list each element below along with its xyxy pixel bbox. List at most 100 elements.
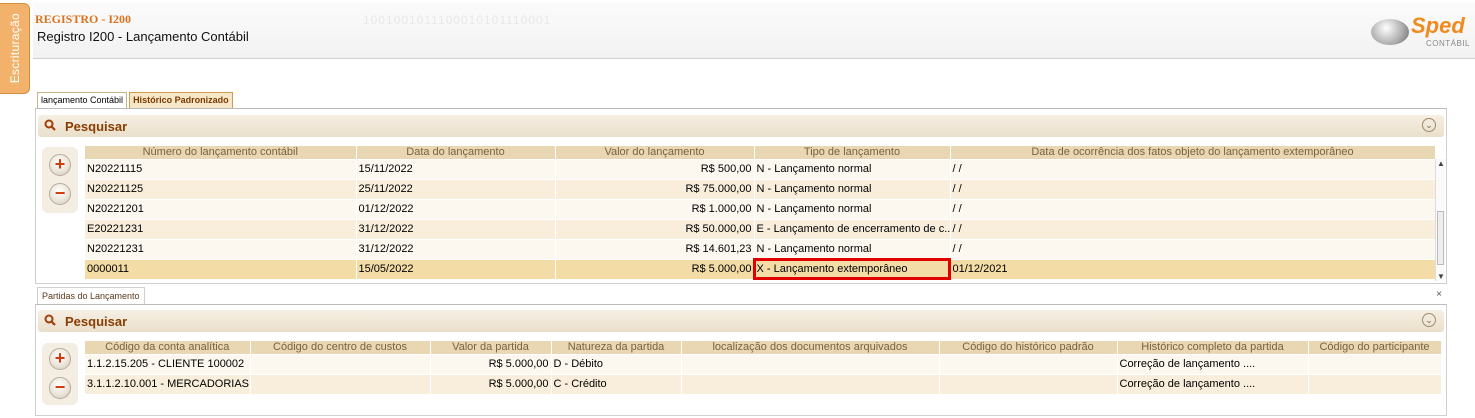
table-header-row: Número do lançamento contábil Data do la… [85,146,1436,159]
cell [1308,353,1442,374]
logo-disk-icon [1371,19,1409,45]
cell [250,373,431,394]
add-button[interactable]: + [49,154,71,176]
table-header-row: Código da conta analítica Código do cent… [85,341,1442,354]
cell: N20221201 [85,198,357,219]
lancamento-table: Número do lançamento contábil Data do la… [85,146,1436,280]
scroll-thumb[interactable] [1437,211,1444,265]
lancamento-panel: Pesquisar ⌄ + − Número do lançamento con… [35,108,1447,284]
col-header[interactable]: Código do centro de custos [250,341,431,354]
cell: E - Lançamento de encerramento de c... [754,218,951,239]
scroll-up-icon[interactable]: ▲ [1437,159,1445,168]
cell: 3.1.1.2.10.001 - MERCADORIAS ... [85,373,251,394]
cell: R$ 75.000,00 [555,178,755,199]
cell: 01/12/2022 [356,198,556,219]
cell: Correção de lançamento .... [1117,353,1309,374]
cell: R$ 1.000,00 [555,198,755,219]
cell: R$ 5.000,00 [430,353,552,374]
cell [939,373,1118,394]
col-header[interactable]: Tipo de lançamento [754,146,951,159]
add-button[interactable]: + [49,348,71,370]
logo-text: Sped [1411,13,1465,38]
col-header[interactable]: Número do lançamento contábil [85,146,357,159]
cell: R$ 500,00 [555,158,755,179]
cell: Correção de lançamento .... [1117,373,1309,394]
chevron-down-icon[interactable]: ⌄ [1422,118,1436,132]
col-header[interactable]: Valor da partida [430,341,552,354]
cell: 1.1.2.15.205 - CLIENTE 100002 [85,353,251,374]
cell: / / [950,158,1436,179]
sped-logo: Sped CONTÁBIL [1371,13,1470,49]
cell [681,353,940,374]
col-header[interactable]: Data do lançamento [356,146,556,159]
cell: N - Lançamento normal [754,178,951,199]
cell: 15/05/2022 [356,258,556,279]
cell: 31/12/2022 [356,218,556,239]
remove-button[interactable]: − [49,377,71,399]
side-tab-escrituracao[interactable]: Escrituração [0,3,30,94]
side-tab-label: Escrituração [7,13,22,84]
col-header[interactable]: Código do participante [1308,341,1442,354]
cell: R$ 5.000,00 [555,258,755,279]
tab-lancamento-contabil[interactable]: lançamento Contábil [37,92,128,108]
register-code: REGISTRO - I200 [35,12,132,26]
cell: / / [950,218,1436,239]
highlighted-cell: X - Lançamento extemporâneo [753,258,951,280]
header-decoration: 1001001011100010101110001 [363,13,552,27]
table-row[interactable]: N20221201 01/12/2022 R$ 1.000,00 N - Lançam… [85,198,1436,219]
cell: R$ 5.000,00 [430,373,552,394]
row-action-box: + − [42,343,78,405]
cell: 01/12/2021 [950,258,1436,279]
main-tabs: lançamento Contábil Histórico Padronizad… [37,92,233,108]
cell: R$ 14.601,23 [555,238,755,259]
search-icon [44,119,56,131]
table-row[interactable]: N20221125 25/11/2022 R$ 75.000,00 N - Lança… [85,178,1436,199]
cell: / / [950,178,1436,199]
table-row[interactable]: N20221115 15/11/2022 R$ 500,00 N - Lançamen… [85,158,1436,179]
table-row[interactable]: N20221231 31/12/2022 R$ 14.601,23 N - Lança… [85,238,1436,259]
cell: N20221125 [85,178,357,199]
cell: C - Crédito [551,373,682,394]
search-title: Pesquisar [65,314,128,329]
cell [250,353,431,374]
cell: 25/11/2022 [356,178,556,199]
cell [1308,373,1442,394]
cell: E20221231 [85,218,357,239]
table-row[interactable]: 1.1.2.15.205 - CLIENTE 100002 R$ 5.000,00… [85,353,1442,374]
cell: R$ 50.000,00 [555,218,755,239]
col-header[interactable]: Natureza da partida [551,341,682,354]
chevron-down-icon[interactable]: ⌄ [1422,313,1436,327]
col-header[interactable]: localização dos documentos arquivados [681,341,940,354]
col-header[interactable]: Histórico completo da partida [1117,341,1309,354]
col-header[interactable]: Código do histórico padrão [939,341,1118,354]
cell: N20221115 [85,158,357,179]
remove-button[interactable]: − [49,183,71,205]
cell: D - Débito [551,353,682,374]
cell: N - Lançamento normal [754,238,951,259]
search-icon [44,314,56,326]
search-bar-2[interactable]: Pesquisar ⌄ [38,310,1444,332]
vertical-scrollbar[interactable]: ▲ ▼ [1435,159,1445,281]
cell: N20221231 [85,238,357,259]
table-row[interactable]: 3.1.1.2.10.001 - MERCADORIAS ... R$ 5.000… [85,373,1442,394]
cell [681,373,940,394]
partidas-panel: Pesquisar ⌄ + − Código da conta analític… [35,304,1447,416]
col-header[interactable]: Valor do lançamento [555,146,755,159]
row-action-box: + − [42,147,78,213]
cell: / / [950,198,1436,219]
tab-historico-padronizado[interactable]: Histórico Padronizado [129,92,233,108]
scroll-down-icon[interactable]: ▼ [1437,272,1445,281]
table-row-selected[interactable]: 0000011 15/05/2022 R$ 5.000,00 X - Lançamen… [85,258,1436,280]
page-title: Registro I200 - Lançamento Contábil [37,29,249,44]
table-row[interactable]: E20221231 31/12/2022 R$ 50.000,00 E - Lança… [85,218,1436,239]
col-header[interactable]: Código da conta analítica [85,341,251,354]
col-header[interactable]: Data de ocorrência dos fatos objeto do l… [950,146,1436,159]
close-icon[interactable]: × [1436,289,1442,300]
tab-partidas-do-lancamento[interactable]: Partidas do Lançamento [37,287,145,305]
cell: / / [950,238,1436,259]
cell: N - Lançamento normal [754,158,951,179]
cell: 0000011 [85,258,357,279]
cell [939,353,1118,374]
search-title: Pesquisar [65,119,128,134]
search-bar-1[interactable]: Pesquisar ⌄ [38,115,1444,137]
